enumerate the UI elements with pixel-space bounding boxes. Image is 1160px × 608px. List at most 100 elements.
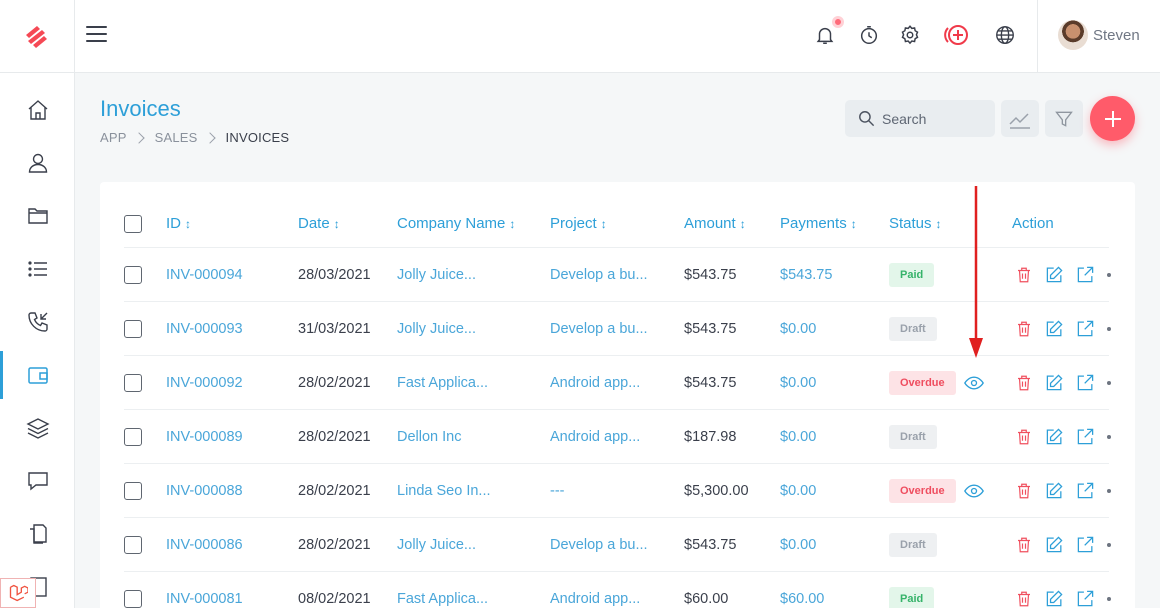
edit-icon[interactable] xyxy=(1045,481,1064,500)
more-options-icon[interactable] xyxy=(1107,380,1111,385)
row-checkbox[interactable] xyxy=(124,589,142,608)
sidebar-item-projects[interactable] xyxy=(0,192,75,240)
invoice-id-link[interactable]: INV-000089 xyxy=(166,410,243,463)
invoice-id-link[interactable]: INV-000081 xyxy=(166,572,243,608)
edit-icon[interactable] xyxy=(1045,535,1064,554)
project-link[interactable]: Android app... xyxy=(550,356,640,409)
open-external-icon[interactable] xyxy=(1076,481,1095,500)
payments-link[interactable]: $60.00 xyxy=(780,572,824,608)
column-header-amount[interactable]: Amount ↕ xyxy=(684,200,746,247)
view-eye-icon[interactable] xyxy=(964,483,984,498)
app-logo[interactable] xyxy=(0,0,75,73)
delete-icon[interactable] xyxy=(1015,482,1033,500)
more-options-icon[interactable] xyxy=(1107,326,1111,331)
edit-icon[interactable] xyxy=(1045,373,1064,392)
edit-icon[interactable] xyxy=(1045,589,1064,608)
open-external-icon[interactable] xyxy=(1076,427,1095,446)
menu-toggle-button[interactable] xyxy=(86,22,110,46)
quick-add-icon[interactable] xyxy=(941,22,973,48)
more-options-icon[interactable] xyxy=(1107,272,1111,277)
payments-link[interactable]: $0.00 xyxy=(780,410,816,463)
select-all-checkbox[interactable] xyxy=(124,214,142,233)
user-avatar[interactable] xyxy=(1058,20,1088,50)
edit-icon[interactable] xyxy=(1045,319,1064,338)
project-link[interactable]: --- xyxy=(550,464,565,517)
company-name-link[interactable]: Dellon Inc xyxy=(397,410,461,463)
more-options-icon[interactable] xyxy=(1107,488,1111,493)
column-header-payments[interactable]: Payments ↕ xyxy=(780,200,857,247)
user-name[interactable]: Steven xyxy=(1093,27,1140,44)
payments-link[interactable]: $0.00 xyxy=(780,518,816,571)
edit-icon[interactable] xyxy=(1045,265,1064,284)
row-checkbox[interactable] xyxy=(124,373,142,392)
delete-icon[interactable] xyxy=(1015,536,1033,554)
sidebar-item-layers[interactable] xyxy=(0,404,75,452)
row-checkbox[interactable] xyxy=(124,535,142,554)
more-options-icon[interactable] xyxy=(1107,434,1111,439)
invoice-id-link[interactable]: INV-000088 xyxy=(166,464,243,517)
open-external-icon[interactable] xyxy=(1076,319,1095,338)
search-input[interactable] xyxy=(882,110,982,127)
invoice-id-link[interactable]: INV-000093 xyxy=(166,302,243,355)
project-link[interactable]: Android app... xyxy=(550,410,640,463)
open-external-icon[interactable] xyxy=(1076,373,1095,392)
invoice-id-link[interactable]: INV-000094 xyxy=(166,248,243,301)
sidebar-item-tasks[interactable] xyxy=(0,245,75,293)
more-options-icon[interactable] xyxy=(1107,542,1111,547)
sidebar-item-clients[interactable] xyxy=(0,139,75,187)
company-name-link[interactable]: Fast Applica... xyxy=(397,572,488,608)
open-external-icon[interactable] xyxy=(1076,589,1095,608)
payments-link[interactable]: $0.00 xyxy=(780,356,816,409)
laravel-debug-badge[interactable] xyxy=(0,578,36,608)
delete-icon[interactable] xyxy=(1015,428,1033,446)
invoice-id-link[interactable]: INV-000086 xyxy=(166,518,243,571)
sidebar-item-tickets[interactable] xyxy=(0,457,75,505)
breadcrumb-sales[interactable]: SALES xyxy=(155,130,198,145)
column-header-company[interactable]: Company Name ↕ xyxy=(397,200,515,247)
project-link[interactable]: Develop a bu... xyxy=(550,248,648,301)
payments-link[interactable]: $0.00 xyxy=(780,302,816,355)
sidebar-item-documents[interactable] xyxy=(0,510,75,558)
stats-toggle-button[interactable] xyxy=(1001,100,1039,137)
more-options-icon[interactable] xyxy=(1107,596,1111,601)
delete-icon[interactable] xyxy=(1015,320,1033,338)
sidebar-item-leads[interactable] xyxy=(0,298,75,346)
filter-icon xyxy=(1055,111,1073,127)
project-link[interactable]: Develop a bu... xyxy=(550,302,648,355)
language-globe-icon[interactable] xyxy=(992,22,1018,48)
column-header-date[interactable]: Date ↕ xyxy=(298,200,340,247)
row-checkbox[interactable] xyxy=(124,481,142,500)
column-header-status[interactable]: Status ↕ xyxy=(889,200,942,247)
timer-icon[interactable] xyxy=(856,22,882,48)
edit-icon[interactable] xyxy=(1045,427,1064,446)
company-name-link[interactable]: Fast Applica... xyxy=(397,356,488,409)
company-name-link[interactable]: Linda Seo In... xyxy=(397,464,491,517)
delete-icon[interactable] xyxy=(1015,266,1033,284)
notification-bell-icon[interactable] xyxy=(812,16,844,48)
column-header-project[interactable]: Project ↕ xyxy=(550,200,607,247)
sidebar-item-home[interactable] xyxy=(0,86,75,134)
column-header-id[interactable]: ID ↕ xyxy=(166,200,191,247)
row-checkbox[interactable] xyxy=(124,427,142,446)
company-name-link[interactable]: Jolly Juice... xyxy=(397,518,476,571)
company-name-link[interactable]: Jolly Juice... xyxy=(397,302,476,355)
project-link[interactable]: Android app... xyxy=(550,572,640,608)
delete-icon[interactable] xyxy=(1015,590,1033,608)
project-link[interactable]: Develop a bu... xyxy=(550,518,648,571)
view-eye-icon[interactable] xyxy=(964,375,984,390)
invoice-id-link[interactable]: INV-000092 xyxy=(166,356,243,409)
payments-link[interactable]: $543.75 xyxy=(780,248,832,301)
open-external-icon[interactable] xyxy=(1076,535,1095,554)
sidebar-item-sales[interactable] xyxy=(0,351,75,399)
filter-button[interactable] xyxy=(1045,100,1083,137)
row-checkbox[interactable] xyxy=(124,265,142,284)
row-checkbox[interactable] xyxy=(124,319,142,338)
settings-gear-icon[interactable] xyxy=(897,22,923,48)
open-external-icon[interactable] xyxy=(1076,265,1095,284)
search-box[interactable] xyxy=(845,100,995,137)
breadcrumb-app[interactable]: APP xyxy=(100,130,127,145)
payments-link[interactable]: $0.00 xyxy=(780,464,816,517)
delete-icon[interactable] xyxy=(1015,374,1033,392)
company-name-link[interactable]: Jolly Juice... xyxy=(397,248,476,301)
add-invoice-button[interactable] xyxy=(1090,96,1135,141)
